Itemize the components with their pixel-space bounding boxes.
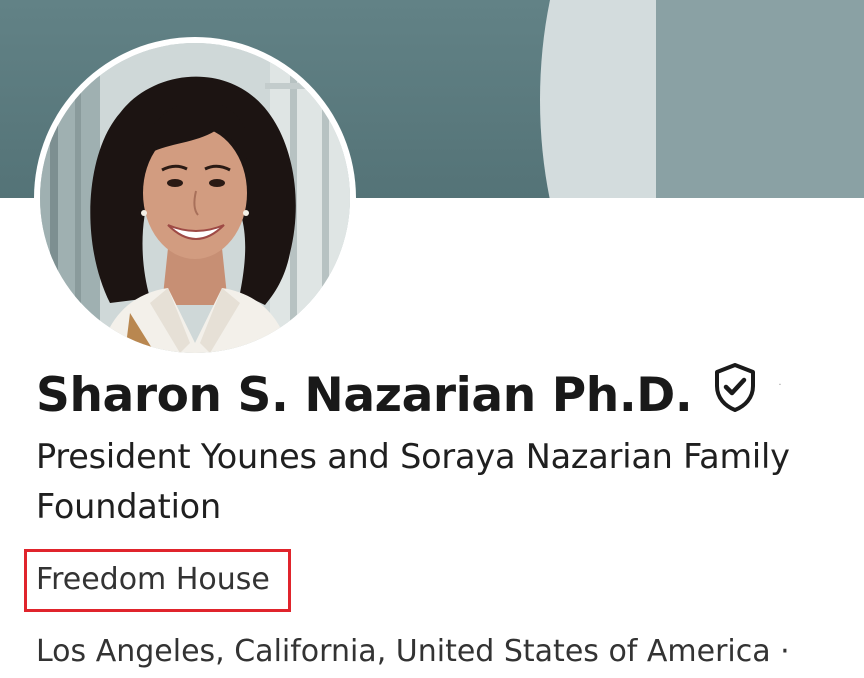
- profile-headline: President Younes and Soraya Nazarian Fam…: [36, 437, 790, 526]
- profile-photo-icon: [40, 43, 350, 353]
- profile-name: Sharon S. Nazarian Ph.D.: [36, 367, 693, 423]
- profile-company[interactable]: Freedom House: [36, 560, 270, 600]
- name-row: Sharon S. Nazarian Ph.D. ·: [36, 360, 782, 430]
- avatar[interactable]: [40, 43, 350, 353]
- verified-shield-icon[interactable]: [712, 362, 758, 412]
- profile-location: Los Angeles, California, United States o…: [36, 634, 790, 669]
- dot-icon: ·: [778, 379, 782, 391]
- profile-card: Sharon S. Nazarian Ph.D. · President You…: [0, 0, 864, 678]
- banner-shape: [656, 0, 864, 198]
